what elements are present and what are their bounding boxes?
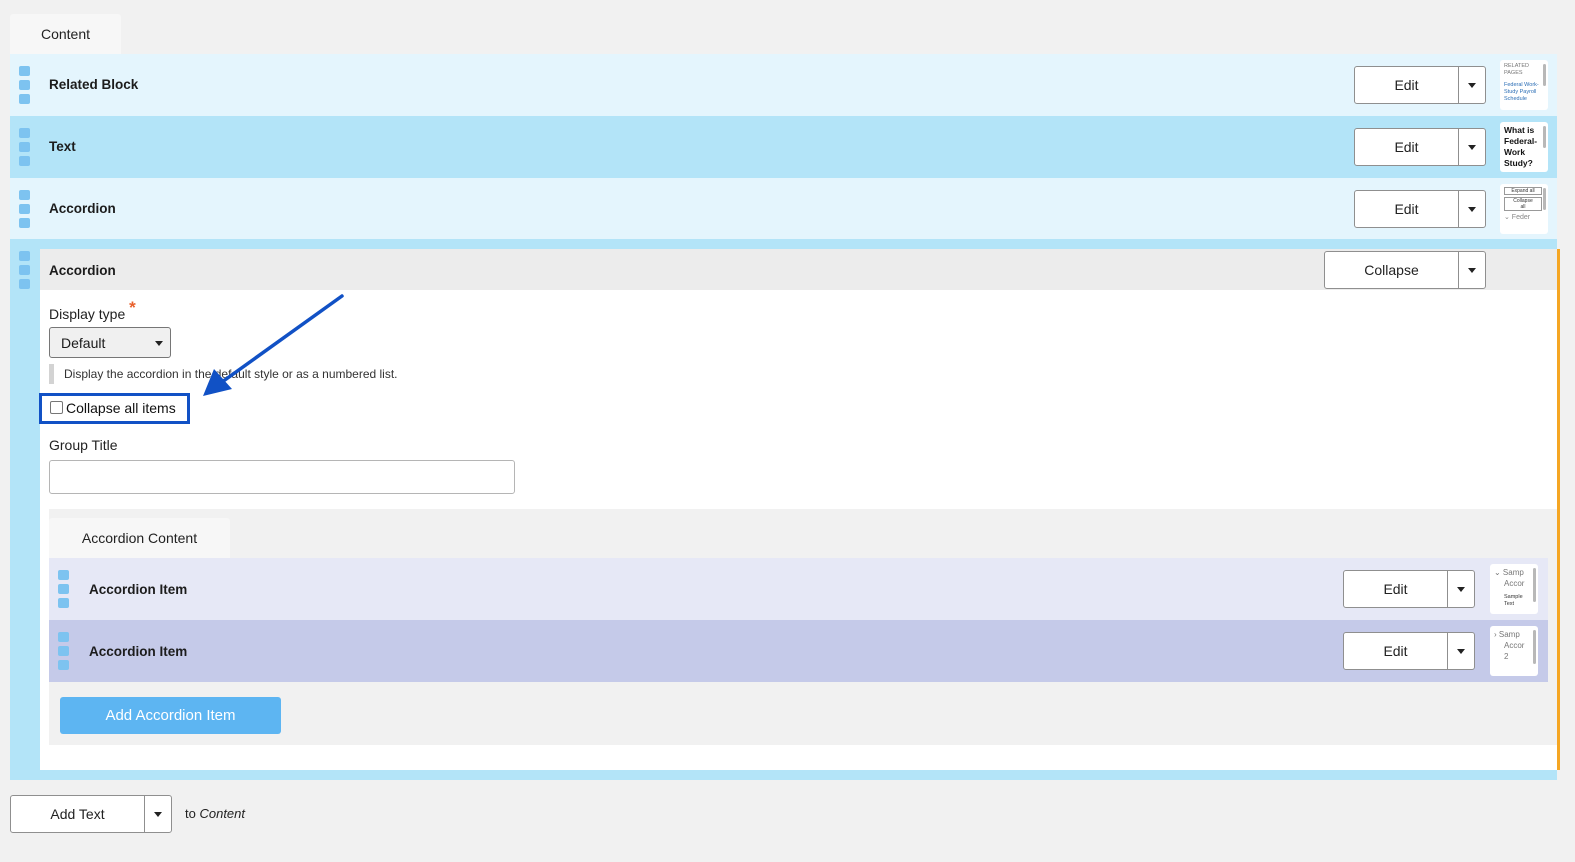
thumb-line: Work bbox=[1504, 147, 1526, 157]
content-tab[interactable]: Content bbox=[10, 14, 121, 54]
thumb-line: Study? bbox=[1504, 158, 1533, 168]
drag-handle-icon[interactable] bbox=[58, 632, 69, 670]
dropdown-caret-icon[interactable] bbox=[1459, 67, 1485, 103]
thumb-scrollbar bbox=[1533, 568, 1536, 602]
paragraph-row-text: Text Edit What is Federal- Work Study? bbox=[10, 116, 1557, 178]
paragraph-row-accordion: Accordion Edit Expand all Collapse all ⌄… bbox=[10, 178, 1557, 240]
thumb-scrollbar bbox=[1533, 630, 1536, 664]
dropdown-caret-icon[interactable] bbox=[1459, 252, 1485, 288]
preview-thumbnail: RELATED PAGES Federal Work- Study Payrol… bbox=[1500, 60, 1548, 110]
thumb-collapse-box: Collapse all bbox=[1504, 197, 1542, 211]
content-tab-label: Content bbox=[40, 26, 91, 42]
add-target-name: Content bbox=[199, 806, 246, 821]
thumb-line: Accor bbox=[1504, 579, 1525, 588]
preview-thumbnail: ⌄ Samp Accor Sample Text bbox=[1490, 564, 1538, 614]
row-title: Related Block bbox=[49, 77, 139, 92]
add-target-prefix: to bbox=[185, 806, 196, 821]
edit-button[interactable]: Edit bbox=[1355, 129, 1459, 165]
edit-split-button: Edit bbox=[1354, 128, 1486, 166]
thumb-line: › Samp bbox=[1494, 630, 1520, 639]
drag-handle-icon[interactable] bbox=[58, 570, 69, 608]
edit-split-button: Edit bbox=[1354, 190, 1486, 228]
thumb-line: Study Payroll bbox=[1504, 89, 1537, 95]
row-title: Accordion bbox=[49, 201, 116, 216]
thumb-line: all bbox=[1520, 204, 1526, 210]
drag-handle-icon[interactable] bbox=[19, 128, 30, 166]
group-title-label: Group Title bbox=[49, 437, 118, 453]
thumb-line: Federal Work- bbox=[1504, 82, 1539, 88]
preview-thumbnail: What is Federal- Work Study? bbox=[1500, 122, 1548, 172]
thumb-line: ⌄ Samp bbox=[1494, 568, 1524, 577]
add-accordion-item-button[interactable]: Add Accordion Item bbox=[60, 697, 281, 734]
preview-thumbnail: Expand all Collapse all ⌄ Feder bbox=[1500, 184, 1548, 234]
dropdown-caret-icon[interactable] bbox=[1448, 633, 1474, 669]
thumb-line: Accor bbox=[1504, 641, 1525, 650]
preview-thumbnail: › Samp Accor 2 bbox=[1490, 626, 1538, 676]
expanded-accordion-title: Accordion bbox=[49, 263, 116, 278]
accordion-item-title: Accordion Item bbox=[89, 644, 188, 659]
thumb-line: Federal- bbox=[1504, 136, 1538, 146]
dropdown-caret-icon[interactable] bbox=[1448, 571, 1474, 607]
display-type-label-text: Display type bbox=[49, 306, 126, 322]
edit-button[interactable]: Edit bbox=[1355, 67, 1459, 103]
row-title: Text bbox=[49, 139, 76, 154]
add-text-split-button: Add Text bbox=[10, 795, 172, 833]
add-text-button[interactable]: Add Text bbox=[11, 796, 145, 832]
drag-handle-icon[interactable] bbox=[19, 251, 30, 289]
display-type-select[interactable]: Default bbox=[49, 327, 171, 358]
active-indicator-bar bbox=[1557, 249, 1560, 770]
display-type-help-text: Display the accordion in the default sty… bbox=[49, 364, 398, 384]
thumb-line: Expand all bbox=[1504, 187, 1542, 195]
thumb-line: PAGES bbox=[1504, 70, 1523, 76]
thumb-scrollbar bbox=[1543, 64, 1546, 86]
edit-split-button: Edit bbox=[1343, 570, 1475, 608]
thumb-scrollbar bbox=[1543, 126, 1546, 148]
collapse-all-label[interactable]: Collapse all items bbox=[66, 400, 176, 416]
select-arrow-icon bbox=[155, 341, 163, 346]
dropdown-caret-icon[interactable] bbox=[145, 796, 171, 832]
thumb-line: Sample bbox=[1504, 594, 1523, 600]
display-type-selected-value: Default bbox=[61, 334, 106, 351]
edit-split-button: Edit bbox=[1354, 66, 1486, 104]
accordion-content-tab[interactable]: Accordion Content bbox=[49, 518, 230, 558]
accordion-item-title: Accordion Item bbox=[89, 582, 188, 597]
thumb-line: Text bbox=[1504, 601, 1515, 607]
collapse-button[interactable]: Collapse bbox=[1325, 252, 1459, 288]
paragraph-row-related-block: Related Block Edit RELATED PAGES Federal… bbox=[10, 54, 1557, 116]
edit-split-button: Edit bbox=[1343, 632, 1475, 670]
thumb-line: 2 bbox=[1504, 652, 1509, 661]
edit-button[interactable]: Edit bbox=[1355, 191, 1459, 227]
group-title-input[interactable] bbox=[49, 460, 515, 494]
edit-button[interactable]: Edit bbox=[1344, 571, 1448, 607]
accordion-item-row: Accordion Item Edit ⌄ Samp Accor Sample … bbox=[49, 558, 1548, 620]
drag-handle-icon[interactable] bbox=[19, 190, 30, 228]
thumb-line: What is bbox=[1504, 125, 1535, 135]
required-asterisk-icon: * bbox=[129, 298, 136, 317]
thumb-line: RELATED bbox=[1504, 63, 1529, 69]
thumb-line: Schedule bbox=[1504, 96, 1527, 102]
collapse-split-button: Collapse bbox=[1324, 251, 1486, 289]
edit-button[interactable]: Edit bbox=[1344, 633, 1448, 669]
accordion-content-tab-label: Accordion Content bbox=[81, 530, 198, 546]
accordion-item-row: Accordion Item Edit › Samp Accor 2 bbox=[49, 620, 1548, 682]
dropdown-caret-icon[interactable] bbox=[1459, 129, 1485, 165]
thumb-scrollbar bbox=[1543, 188, 1546, 210]
display-type-label: Display type * bbox=[49, 298, 136, 324]
thumb-line: ⌄ Feder bbox=[1504, 214, 1531, 221]
dropdown-caret-icon[interactable] bbox=[1459, 191, 1485, 227]
drag-handle-icon[interactable] bbox=[19, 66, 30, 104]
collapse-all-checkbox[interactable] bbox=[50, 401, 63, 414]
add-target-text: to Content bbox=[185, 806, 245, 821]
